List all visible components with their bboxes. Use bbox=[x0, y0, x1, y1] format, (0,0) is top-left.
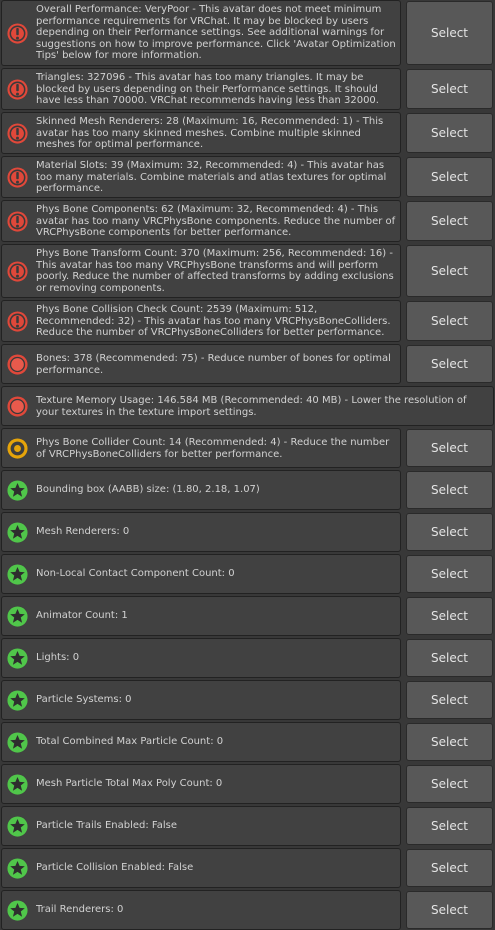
green-star-icon bbox=[6, 521, 29, 544]
message-row: Trail Renderers: 0 Select bbox=[0, 890, 495, 930]
message-text: Mesh Particle Total Max Poly Count: 0 bbox=[36, 778, 223, 789]
message-row: Particle Collision Enabled: False Select bbox=[0, 848, 495, 888]
message-text: Particle Trails Enabled: False bbox=[36, 820, 178, 831]
message-row: Bounding box (AABB) size: (1.80, 2.18, 1… bbox=[0, 470, 495, 510]
message-text: Particle Systems: 0 bbox=[36, 694, 132, 705]
error-exclamation-icon bbox=[6, 260, 29, 283]
select-button[interactable]: Select bbox=[406, 245, 493, 297]
error-exclamation-icon bbox=[6, 166, 29, 189]
green-star-icon bbox=[6, 815, 29, 838]
select-button[interactable]: Select bbox=[406, 113, 493, 153]
error-exclamation-icon bbox=[6, 310, 29, 333]
message-row: Triangles: 327096 - This avatar has too … bbox=[0, 68, 495, 110]
select-button[interactable]: Select bbox=[406, 765, 493, 803]
message-row: Non-Local Contact Component Count: 0 Sele… bbox=[0, 554, 495, 594]
message-text: Non-Local Contact Component Count: 0 bbox=[36, 568, 235, 579]
green-star-icon bbox=[6, 647, 29, 670]
message-text: Total Combined Max Particle Count: 0 bbox=[36, 736, 224, 747]
select-button[interactable]: Select bbox=[406, 429, 493, 467]
select-button[interactable]: Select bbox=[406, 345, 493, 383]
green-star-icon bbox=[6, 899, 29, 922]
message-row: Phys Bone Transform Count: 370 (Maximum:… bbox=[0, 244, 495, 298]
message-text: Overall Performance: VeryPoor - This ava… bbox=[36, 4, 396, 61]
message-row: Animator Count: 1 Select bbox=[0, 596, 495, 636]
select-button[interactable]: Select bbox=[406, 681, 493, 719]
error-exclamation-icon bbox=[6, 78, 29, 101]
select-button[interactable]: Select bbox=[406, 639, 493, 677]
message-row: Mesh Renderers: 0 Select bbox=[0, 512, 495, 552]
message-text: Animator Count: 1 bbox=[36, 610, 128, 621]
message-text: Phys Bone Collider Count: 14 (Recommende… bbox=[36, 437, 390, 460]
error-exclamation-icon bbox=[6, 22, 29, 45]
message-row: Bones: 378 (Recommended: 75) - Reduce nu… bbox=[0, 344, 495, 384]
select-button[interactable]: Select bbox=[406, 513, 493, 551]
select-button[interactable]: Select bbox=[406, 1, 493, 65]
message-text: Mesh Renderers: 0 bbox=[36, 526, 130, 537]
select-button[interactable]: Select bbox=[406, 723, 493, 761]
message-text: Skinned Mesh Renderers: 28 (Maximum: 16,… bbox=[36, 116, 384, 150]
message-text: Particle Collision Enabled: False bbox=[36, 862, 194, 873]
message-row: Lights: 0 Select bbox=[0, 638, 495, 678]
select-button[interactable]: Select bbox=[406, 891, 493, 929]
message-text: Texture Memory Usage: 146.584 MB (Recomm… bbox=[36, 395, 467, 418]
select-button[interactable]: Select bbox=[406, 849, 493, 887]
message-text: Triangles: 327096 - This avatar has too … bbox=[36, 72, 379, 106]
green-star-icon bbox=[6, 563, 29, 586]
message-text: Phys Bone Collision Check Count: 2539 (M… bbox=[36, 304, 391, 338]
select-button[interactable]: Select bbox=[406, 597, 493, 635]
select-button[interactable]: Select bbox=[406, 555, 493, 593]
avatar-performance-panel: { "select_label": "Select", "colors": { … bbox=[0, 0, 495, 930]
select-button[interactable]: Select bbox=[406, 157, 493, 197]
select-button[interactable]: Select bbox=[406, 301, 493, 341]
message-row: Mesh Particle Total Max Poly Count: 0 Sel… bbox=[0, 764, 495, 804]
green-star-icon bbox=[6, 773, 29, 796]
select-button[interactable]: Select bbox=[406, 201, 493, 241]
message-row: Overall Performance: VeryPoor - This ava… bbox=[0, 0, 495, 66]
select-button[interactable]: Select bbox=[406, 69, 493, 109]
red-circle-icon bbox=[6, 395, 29, 418]
yellow-ring-icon bbox=[6, 437, 29, 460]
message-row: Particle Trails Enabled: False Select bbox=[0, 806, 495, 846]
message-row: Phys Bone Components: 62 (Maximum: 32, R… bbox=[0, 200, 495, 242]
green-star-icon bbox=[6, 479, 29, 502]
green-star-icon bbox=[6, 857, 29, 880]
message-row: Material Slots: 39 (Maximum: 32, Recomme… bbox=[0, 156, 495, 198]
message-row: Total Combined Max Particle Count: 0 Sele… bbox=[0, 722, 495, 762]
message-text: Bounding box (AABB) size: (1.80, 2.18, 1… bbox=[36, 484, 260, 495]
error-exclamation-icon bbox=[6, 210, 29, 233]
green-star-icon bbox=[6, 605, 29, 628]
message-row: Texture Memory Usage: 146.584 MB (Recomm… bbox=[0, 386, 495, 426]
message-row: Skinned Mesh Renderers: 28 (Maximum: 16,… bbox=[0, 112, 495, 154]
message-row: Particle Systems: 0 Select bbox=[0, 680, 495, 720]
green-star-icon bbox=[6, 689, 29, 712]
error-exclamation-icon bbox=[6, 122, 29, 145]
message-row: Phys Bone Collision Check Count: 2539 (M… bbox=[0, 300, 495, 342]
green-star-icon bbox=[6, 731, 29, 754]
red-circle-icon bbox=[6, 353, 29, 376]
select-button[interactable]: Select bbox=[406, 471, 493, 509]
message-text: Trail Renderers: 0 bbox=[36, 904, 124, 915]
message-text: Lights: 0 bbox=[36, 652, 80, 663]
message-row: Phys Bone Collider Count: 14 (Recommende… bbox=[0, 428, 495, 468]
message-text: Material Slots: 39 (Maximum: 32, Recomme… bbox=[36, 160, 387, 194]
message-text: Phys Bone Components: 62 (Maximum: 32, R… bbox=[36, 204, 396, 238]
message-text: Phys Bone Transform Count: 370 (Maximum:… bbox=[36, 248, 394, 294]
message-text: Bones: 378 (Recommended: 75) - Reduce nu… bbox=[36, 353, 391, 376]
select-button[interactable]: Select bbox=[406, 807, 493, 845]
